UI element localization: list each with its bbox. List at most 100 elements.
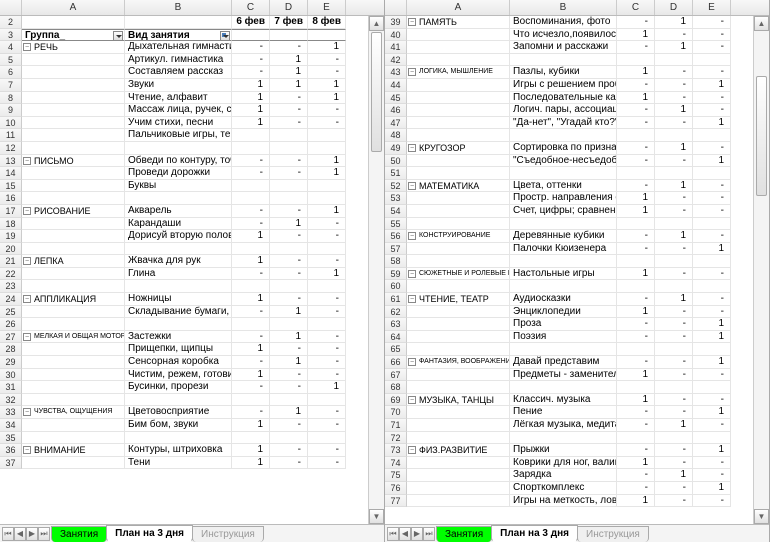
activity-cell[interactable]: Буквы xyxy=(125,180,232,193)
activity-cell[interactable]: Обведи по контуру, точкам xyxy=(125,155,232,168)
value-cell[interactable] xyxy=(655,343,693,356)
row-number[interactable]: 63 xyxy=(385,318,407,331)
value-cell[interactable] xyxy=(693,255,731,268)
activity-cell[interactable]: Пальчиковые игры, тени xyxy=(125,129,232,142)
value-cell[interactable]: - xyxy=(308,230,346,243)
activity-cell[interactable]: Логич. пары, ассоциации xyxy=(510,104,617,117)
value-cell[interactable]: 1 xyxy=(655,41,693,54)
category-cell[interactable] xyxy=(22,394,125,407)
value-cell[interactable]: - xyxy=(693,192,731,205)
category-cell[interactable] xyxy=(407,79,510,92)
row-number[interactable]: 21 xyxy=(0,255,22,268)
activity-cell[interactable]: "Съедобное-несъедобное" xyxy=(510,155,617,168)
value-cell[interactable]: - xyxy=(308,457,346,470)
activity-cell[interactable]: Звуки xyxy=(125,79,232,92)
value-cell[interactable] xyxy=(270,243,308,256)
category-cell[interactable] xyxy=(407,243,510,256)
row-number[interactable]: 69 xyxy=(385,394,407,407)
col-e[interactable]: E xyxy=(308,0,346,15)
row-number[interactable]: 50 xyxy=(385,155,407,168)
activity-cell[interactable]: Прыжки xyxy=(510,444,617,457)
activity-cell[interactable]: Цвета, оттенки xyxy=(510,180,617,193)
value-cell[interactable] xyxy=(655,167,693,180)
row-number[interactable]: 68 xyxy=(385,381,407,394)
value-cell[interactable]: - xyxy=(270,117,308,130)
collapse-icon[interactable]: − xyxy=(23,257,31,265)
value-cell[interactable]: 1 xyxy=(655,180,693,193)
row-number[interactable]: 16 xyxy=(0,192,22,205)
activity-cell[interactable] xyxy=(510,129,617,142)
value-cell[interactable]: - xyxy=(655,356,693,369)
category-cell[interactable] xyxy=(407,457,510,470)
value-cell[interactable] xyxy=(693,129,731,142)
value-cell[interactable]: - xyxy=(693,457,731,470)
activity-cell[interactable]: Игры с решением проблем xyxy=(510,79,617,92)
tab-first-icon[interactable]: ⏮ xyxy=(2,527,14,541)
collapse-icon[interactable]: − xyxy=(408,68,416,76)
value-cell[interactable]: - xyxy=(693,394,731,407)
activity-cell[interactable] xyxy=(125,192,232,205)
value-cell[interactable]: - xyxy=(693,41,731,54)
value-cell[interactable]: - xyxy=(693,180,731,193)
value-cell[interactable]: 1 xyxy=(693,155,731,168)
category-cell[interactable]: ЛОГИКА, МЫШЛЕНИЕ− xyxy=(407,66,510,79)
scroll-up-icon[interactable]: ▲ xyxy=(754,16,769,31)
row-number[interactable]: 13 xyxy=(0,155,22,168)
col-c[interactable]: C xyxy=(617,0,655,15)
value-cell[interactable] xyxy=(655,280,693,293)
tab-instruktsiya[interactable]: Инструкция xyxy=(577,526,649,542)
value-cell[interactable]: 1 xyxy=(270,79,308,92)
value-cell[interactable]: - xyxy=(617,180,655,193)
scroll-down-icon[interactable]: ▼ xyxy=(754,509,769,524)
value-cell[interactable]: 1 xyxy=(655,293,693,306)
value-cell[interactable]: - xyxy=(308,66,346,79)
activity-cell[interactable]: Учим стихи, песни xyxy=(125,117,232,130)
tab-last-icon[interactable]: ⏭ xyxy=(423,527,435,541)
category-cell[interactable] xyxy=(407,381,510,394)
value-cell[interactable]: - xyxy=(655,406,693,419)
row-number[interactable]: 58 xyxy=(385,255,407,268)
row-number[interactable]: 62 xyxy=(385,306,407,319)
value-cell[interactable] xyxy=(617,280,655,293)
value-cell[interactable]: - xyxy=(270,167,308,180)
category-cell[interactable]: ПАМЯТЬ− xyxy=(407,16,510,29)
collapse-icon[interactable]: − xyxy=(408,358,416,366)
category-cell[interactable]: МЕЛКАЯ И ОБЩАЯ МОТОРИКА− xyxy=(22,331,125,344)
category-cell[interactable] xyxy=(22,457,125,470)
row-number[interactable]: 11 xyxy=(0,129,22,142)
value-cell[interactable]: - xyxy=(693,104,731,117)
empty-header[interactable] xyxy=(270,29,308,42)
date-cell[interactable]: 6 фев xyxy=(232,16,270,29)
value-cell[interactable]: - xyxy=(655,79,693,92)
category-cell[interactable] xyxy=(22,306,125,319)
category-cell[interactable]: МАТЕМАТИКА− xyxy=(407,180,510,193)
activity-cell[interactable]: Давай представим xyxy=(510,356,617,369)
value-cell[interactable]: - xyxy=(655,331,693,344)
category-cell[interactable] xyxy=(407,54,510,67)
tab-last-icon[interactable]: ⏭ xyxy=(38,527,50,541)
activity-cell[interactable] xyxy=(510,381,617,394)
category-cell[interactable] xyxy=(407,104,510,117)
row-number[interactable]: 41 xyxy=(385,41,407,54)
value-cell[interactable]: 1 xyxy=(617,394,655,407)
empty-header[interactable] xyxy=(232,29,270,42)
category-cell[interactable]: АППЛИКАЦИЯ− xyxy=(22,293,125,306)
tab-next-icon[interactable]: ▶ xyxy=(26,527,38,541)
activity-cell[interactable]: Прищепки, щипцы xyxy=(125,343,232,356)
activity-cell[interactable]: Тени xyxy=(125,457,232,470)
value-cell[interactable]: - xyxy=(617,419,655,432)
activity-cell[interactable]: Коврики для ног, валики xyxy=(510,457,617,470)
value-cell[interactable]: - xyxy=(693,66,731,79)
value-cell[interactable]: - xyxy=(270,381,308,394)
value-cell[interactable]: 1 xyxy=(617,369,655,382)
value-cell[interactable]: 1 xyxy=(617,205,655,218)
col-d[interactable]: D xyxy=(655,0,693,15)
value-cell[interactable] xyxy=(655,54,693,67)
value-cell[interactable]: - xyxy=(270,343,308,356)
value-cell[interactable]: - xyxy=(693,205,731,218)
value-cell[interactable]: 1 xyxy=(232,255,270,268)
value-cell[interactable] xyxy=(617,129,655,142)
value-cell[interactable]: - xyxy=(308,369,346,382)
activity-cell[interactable] xyxy=(125,318,232,331)
value-cell[interactable]: - xyxy=(655,318,693,331)
